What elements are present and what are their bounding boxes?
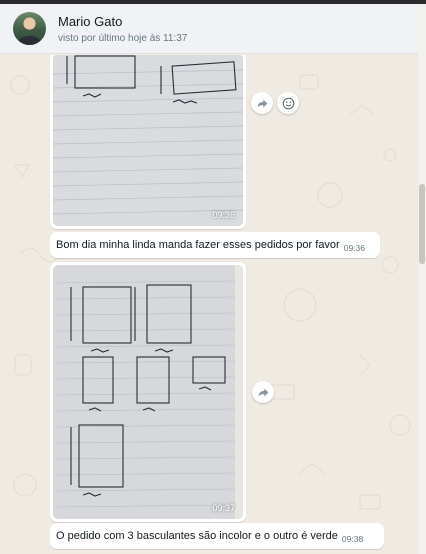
scrollbar[interactable]	[418, 4, 426, 554]
emoji-reaction-button[interactable]	[277, 92, 299, 114]
forward-button[interactable]	[252, 381, 274, 403]
photo[interactable]: 09:36	[53, 55, 243, 226]
message-time: 09:36	[343, 243, 365, 253]
message-list[interactable]: 09:36 Bom dia minha linda manda fazer es…	[0, 55, 418, 554]
forward-icon	[257, 98, 267, 108]
photo[interactable]: 09:37	[53, 265, 243, 519]
forward-icon	[258, 387, 268, 397]
chat-header[interactable]: Mario Gato visto por último hoje às 11:3…	[0, 4, 418, 54]
message-time: 09:38	[341, 534, 364, 544]
forward-button[interactable]	[251, 92, 273, 114]
last-seen-status: visto por último hoje às 11:37	[58, 33, 188, 44]
avatar[interactable]	[13, 12, 46, 45]
scrollbar-thumb[interactable]	[419, 184, 425, 264]
message-time: 09:37	[212, 503, 235, 513]
text-message[interactable]: O pedido com 3 basculantes são incolor e…	[50, 523, 384, 549]
text-message[interactable]: Bom dia minha linda manda fazer esses pe…	[50, 232, 380, 258]
contact-name[interactable]: Mario Gato	[58, 14, 122, 29]
message-text: Bom dia minha linda manda fazer esses pe…	[56, 239, 340, 251]
image-message[interactable]: 09:37	[50, 262, 246, 522]
message-text: O pedido com 3 basculantes são incolor e…	[56, 530, 338, 542]
emoji-icon	[282, 97, 294, 109]
message-time: 09:36	[212, 210, 235, 220]
image-message[interactable]: 09:36	[50, 55, 246, 229]
